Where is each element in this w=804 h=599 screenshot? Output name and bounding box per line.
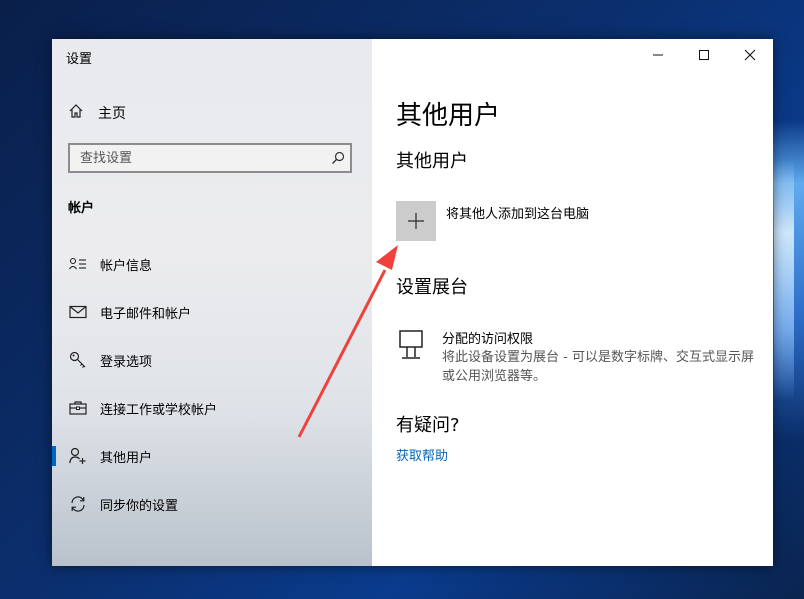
briefcase-icon [66,400,90,416]
search-input[interactable] [70,149,326,167]
get-help-link[interactable]: 获取帮助 [396,445,448,464]
search-box[interactable] [68,143,352,173]
sidebar-item-label: 连接工作或学校帐户 [100,402,218,418]
account-info-icon [66,256,90,272]
sidebar-item-label: 登录选项 [100,354,153,370]
assigned-access-title[interactable]: 分配的访问权限 [442,328,533,347]
assigned-access-description: 将此设备设置为展台 - 可以是数字标牌、交互式显示屏或公用浏览器等。 [442,350,754,384]
desktop-light-core [774,160,794,400]
settings-window: 设置 主页 帐户 帐户信息 电子邮件和帐户 [52,39,773,566]
help-heading: 有疑问? [396,415,460,436]
sidebar-item-other-users[interactable]: 其他用户 [52,436,372,476]
search-icon[interactable] [326,151,350,165]
mail-icon [66,305,90,319]
home-label: 主页 [98,106,126,122]
app-title: 设置 [66,52,93,67]
home-nav-item[interactable]: 主页 [68,101,126,125]
home-icon [68,103,84,123]
sidebar-item-account-info[interactable]: 帐户信息 [52,244,372,284]
kiosk-heading: 设置展台 [396,277,468,298]
sidebar-item-label: 帐户信息 [100,258,153,274]
key-icon [66,351,90,369]
sidebar-item-sign-in[interactable]: 登录选项 [52,340,372,380]
sidebar-item-work-school[interactable]: 连接工作或学校帐户 [52,388,372,428]
plus-icon [408,213,424,229]
other-users-heading: 其他用户 [396,151,468,172]
sidebar: 设置 主页 帐户 帐户信息 电子邮件和帐户 [52,39,372,566]
kiosk-icon[interactable] [398,329,424,365]
add-user-button[interactable] [396,201,436,241]
sidebar-item-label: 其他用户 [100,450,153,466]
sync-icon [66,495,90,513]
section-label: 帐户 [68,201,95,216]
page-title: 其他用户 [396,101,501,131]
sidebar-item-label: 同步你的设置 [100,498,179,514]
content-pane: 其他用户 其他用户 将其他人添加到这台电脑 设置展台 分配的访问权限 将此设备设… [372,39,773,566]
sidebar-item-label: 电子邮件和帐户 [100,306,192,322]
add-user-label[interactable]: 将其他人添加到这台电脑 [446,203,589,222]
sidebar-item-sync[interactable]: 同步你的设置 [52,484,372,524]
add-person-icon [66,447,90,465]
sidebar-item-email[interactable]: 电子邮件和帐户 [52,292,372,332]
